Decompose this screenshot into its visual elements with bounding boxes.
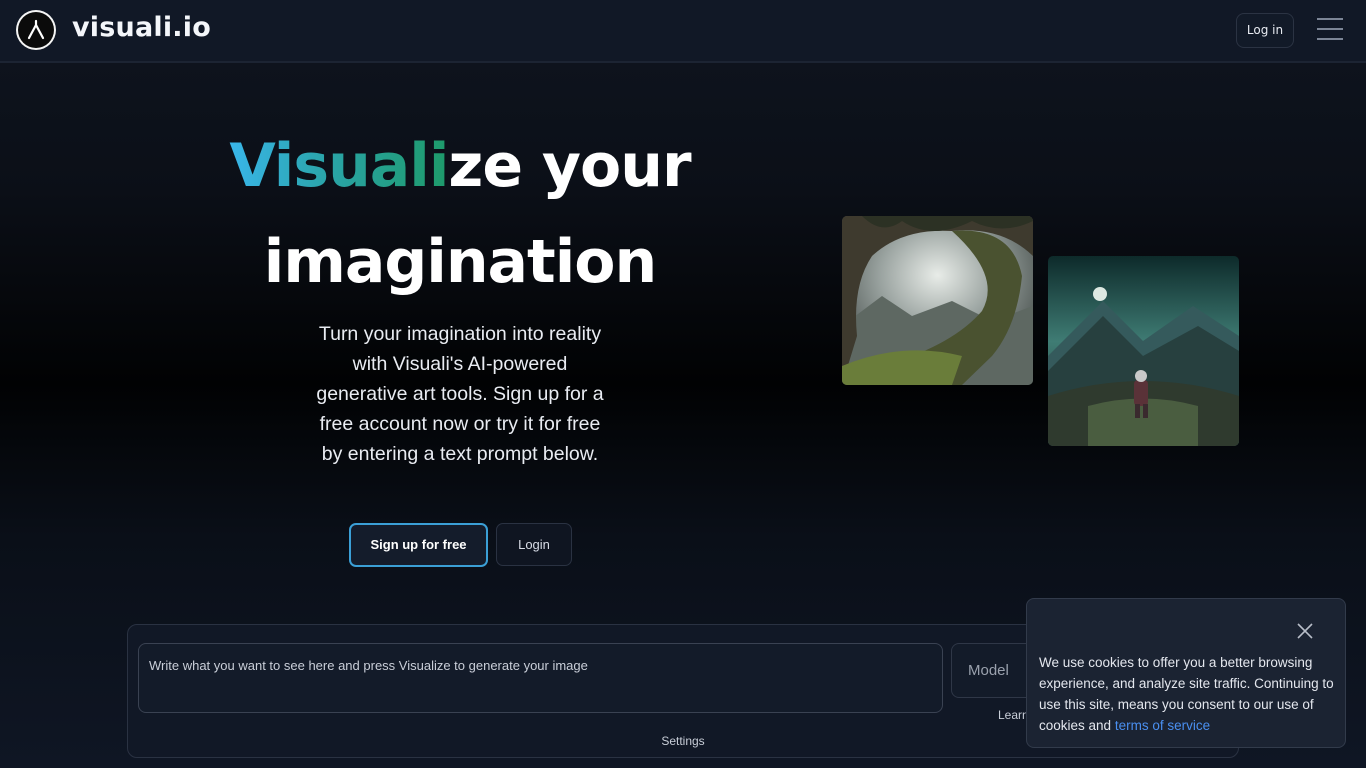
site-header: visuali.io Log in — [0, 0, 1366, 63]
visuali-logo-icon[interactable] — [16, 10, 56, 50]
terms-of-service-link[interactable]: terms of service — [1115, 718, 1210, 733]
brand-name[interactable]: visuali.io — [72, 12, 211, 43]
prompt-input[interactable]: Write what you want to see here and pres… — [138, 643, 943, 713]
header-login-button[interactable]: Log in — [1236, 13, 1294, 48]
login-button[interactable]: Login — [496, 523, 572, 566]
cookie-message: We use cookies to offer you a better bro… — [1039, 652, 1339, 736]
hero-title-line2: imagination — [263, 227, 657, 297]
signup-button[interactable]: Sign up for free — [349, 523, 488, 567]
hero-title: Visualize your imagination — [200, 118, 720, 310]
astronaut-mountain-moon-image — [1048, 256, 1239, 446]
hero-title-highlight: Visuali — [229, 131, 449, 201]
rock-arch-landscape-image — [842, 216, 1033, 385]
hero-description: Turn your imagination into reality with … — [316, 323, 604, 465]
learn-link[interactable]: Learn — [998, 708, 1029, 722]
settings-link[interactable]: Settings — [648, 734, 718, 748]
cookie-banner: We use cookies to offer you a better bro… — [1026, 598, 1346, 748]
hero-title-line1-rest: ze your — [448, 131, 691, 201]
hamburger-menu-icon[interactable] — [1317, 18, 1343, 40]
close-icon[interactable] — [1297, 623, 1313, 639]
